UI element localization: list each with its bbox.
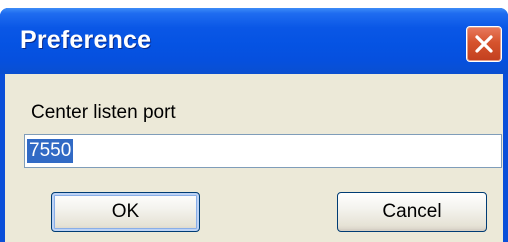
preference-dialog: Preference Center listen port 7550 OK Ca… [0,8,508,242]
close-icon [475,35,493,53]
dialog-title: Preference [20,26,152,54]
close-button[interactable] [466,26,502,62]
port-input[interactable]: 7550 [24,134,502,168]
dialog-body: Center listen port 7550 OK Cancel [5,74,503,242]
cancel-button[interactable]: Cancel [337,192,487,232]
title-bar[interactable]: Preference [0,8,508,74]
port-input-value[interactable]: 7550 [27,139,74,163]
port-label: Center listen port [31,102,176,123]
ok-button[interactable]: OK [51,192,200,232]
